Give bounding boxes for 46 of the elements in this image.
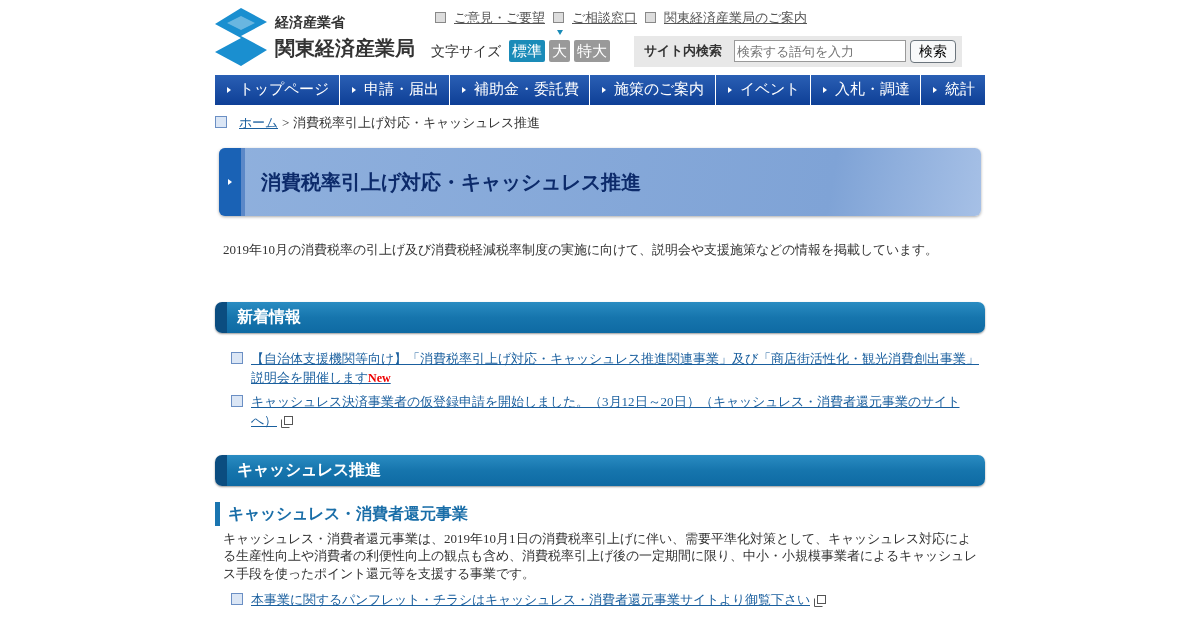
breadcrumb-separator: > (282, 113, 290, 132)
header-link[interactable]: 関東経済産業局のご案内 (664, 8, 807, 28)
font-size-option[interactable]: 標準 (509, 40, 545, 62)
intro-text: 2019年10月の消費税率の引上げ及び消費税軽減税率制度の実施に向けて、説明会や支援施策などの情報を掲載しています。 (223, 241, 939, 259)
search-label: サイト内検索 (644, 42, 722, 61)
nav-item[interactable]: イベント (715, 74, 811, 105)
triangle-icon (822, 86, 827, 93)
header-link[interactable]: ご相談窓口 (572, 8, 637, 28)
subsection-heading: キャッシュレス・消費者還元事業 (215, 501, 985, 526)
triangle-icon (602, 86, 607, 93)
triangle-icon (228, 179, 232, 185)
caret-icon (556, 30, 563, 35)
nav-item[interactable]: 施策のご案内 (590, 74, 716, 105)
nav-item[interactable]: 統計 (920, 74, 985, 105)
header-link[interactable]: ご意見・ご要望 (454, 8, 545, 28)
search-field[interactable]: 検索する語句を入力 (734, 40, 906, 62)
link-bullet-icon (645, 12, 656, 24)
triangle-icon (352, 86, 357, 93)
news-link[interactable]: キャッシュレス決済事業者の仮登録申請を開始しました。（3月12日～20日）（キャッシュレス・消費者還元事業のサイトへ） (251, 391, 985, 431)
news-link[interactable]: 【自治体支援機関等向け】「消費税率引上げ対応・キャッシュレス推進関連事業」及び「商店街活性化・観光消費創出事業」説明会を開催しますNew (251, 348, 985, 388)
triangle-icon (462, 86, 467, 93)
link-bullet-icon (215, 116, 227, 129)
nav-item[interactable]: 補助金・委託費 (450, 74, 591, 105)
search-button[interactable]: 検索 (910, 39, 956, 63)
page-title: 消費税率引上げ対応・キャッシュレス推進 (261, 169, 641, 196)
section-heading: キャッシュレス推進 (215, 454, 985, 486)
link-bullet-icon (231, 593, 243, 606)
font-size-label: 文字サイズ (431, 41, 501, 61)
bureau-name: 関東経済産業局 (275, 34, 415, 62)
triangle-icon (727, 86, 732, 93)
link-bullet-icon (231, 351, 243, 364)
link-bullet-icon (553, 12, 564, 24)
body-text: キャッシュレス・消費者還元事業は、2019年10月1日の消費税率引上げに伴い、需要平準化対策として、キャッシュレス対応による生産性向上や消費者の利便性向上の観点も含め、消費税率引上げ後の一定期間に限り、中小・小規模事業者によるキャッシュレス手段を使ったポイント還元等を支援する事業です。 (223, 529, 978, 583)
breadcrumb-current: 消費税率引上げ対応・キャッシュレス推進 (293, 113, 541, 132)
link-bullet-icon (231, 394, 243, 407)
triangle-icon (932, 86, 937, 93)
triangle-icon (227, 86, 231, 93)
nav-item[interactable]: 入札・調達 (810, 74, 921, 105)
nav-item[interactable]: トップページ (215, 74, 341, 105)
breadcrumb-link[interactable]: ホーム (239, 112, 278, 132)
logo-icon (215, 8, 267, 66)
link-bullet-icon (435, 12, 446, 24)
section-heading: 新着情報 (215, 301, 985, 333)
ministry-name: 経済産業省 (275, 12, 346, 32)
news-link[interactable]: 本事業に関するパンフレット・チラシはキャッシュレス・消費者還元事業サイトより御覧下さい (251, 590, 826, 610)
nav-item[interactable]: 申請・届出 (340, 74, 451, 105)
